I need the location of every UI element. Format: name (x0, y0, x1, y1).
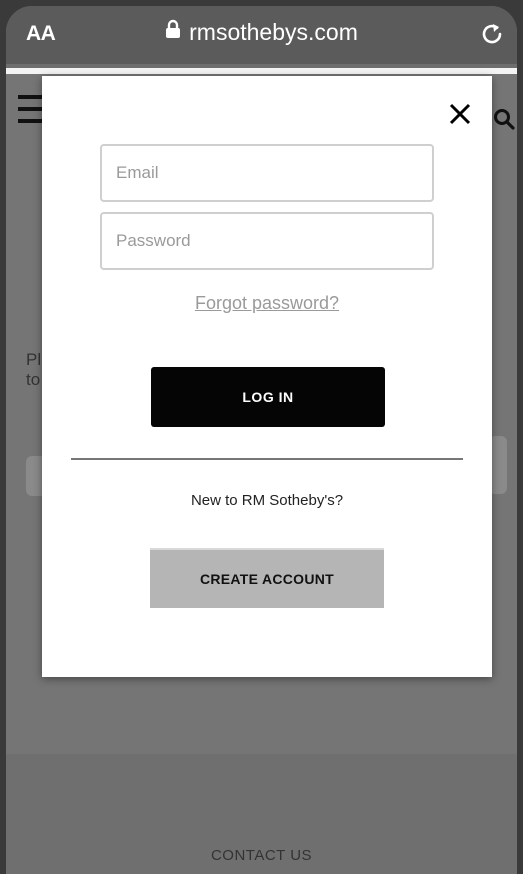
search-icon[interactable] (493, 108, 515, 130)
divider (71, 458, 463, 460)
reload-icon[interactable] (479, 21, 505, 47)
phone-screen: AA rmsothebys.com Pl to CONTACT US Email… (6, 6, 517, 874)
new-customer-text: New to RM Sotheby's? (190, 492, 344, 509)
hamburger-menu-icon[interactable] (18, 95, 44, 131)
contact-us-link[interactable]: CONTACT US (6, 847, 517, 864)
browser-address-bar: AA rmsothebys.com (6, 6, 517, 64)
close-icon[interactable] (446, 100, 474, 128)
email-field[interactable] (100, 144, 434, 202)
password-field[interactable] (100, 212, 434, 270)
forgot-password-link[interactable]: Forgot password? (42, 293, 492, 314)
create-account-button[interactable]: CREATE ACCOUNT (150, 548, 384, 608)
url-text: rmsothebys.com (189, 19, 358, 45)
log-in-button[interactable]: LOG IN (151, 367, 385, 427)
url-field[interactable]: rmsothebys.com (6, 19, 517, 47)
login-modal: Forgot password? LOG IN New to RM Sotheb… (42, 76, 492, 677)
background-text: Pl to (26, 350, 42, 389)
lock-icon (165, 18, 181, 45)
